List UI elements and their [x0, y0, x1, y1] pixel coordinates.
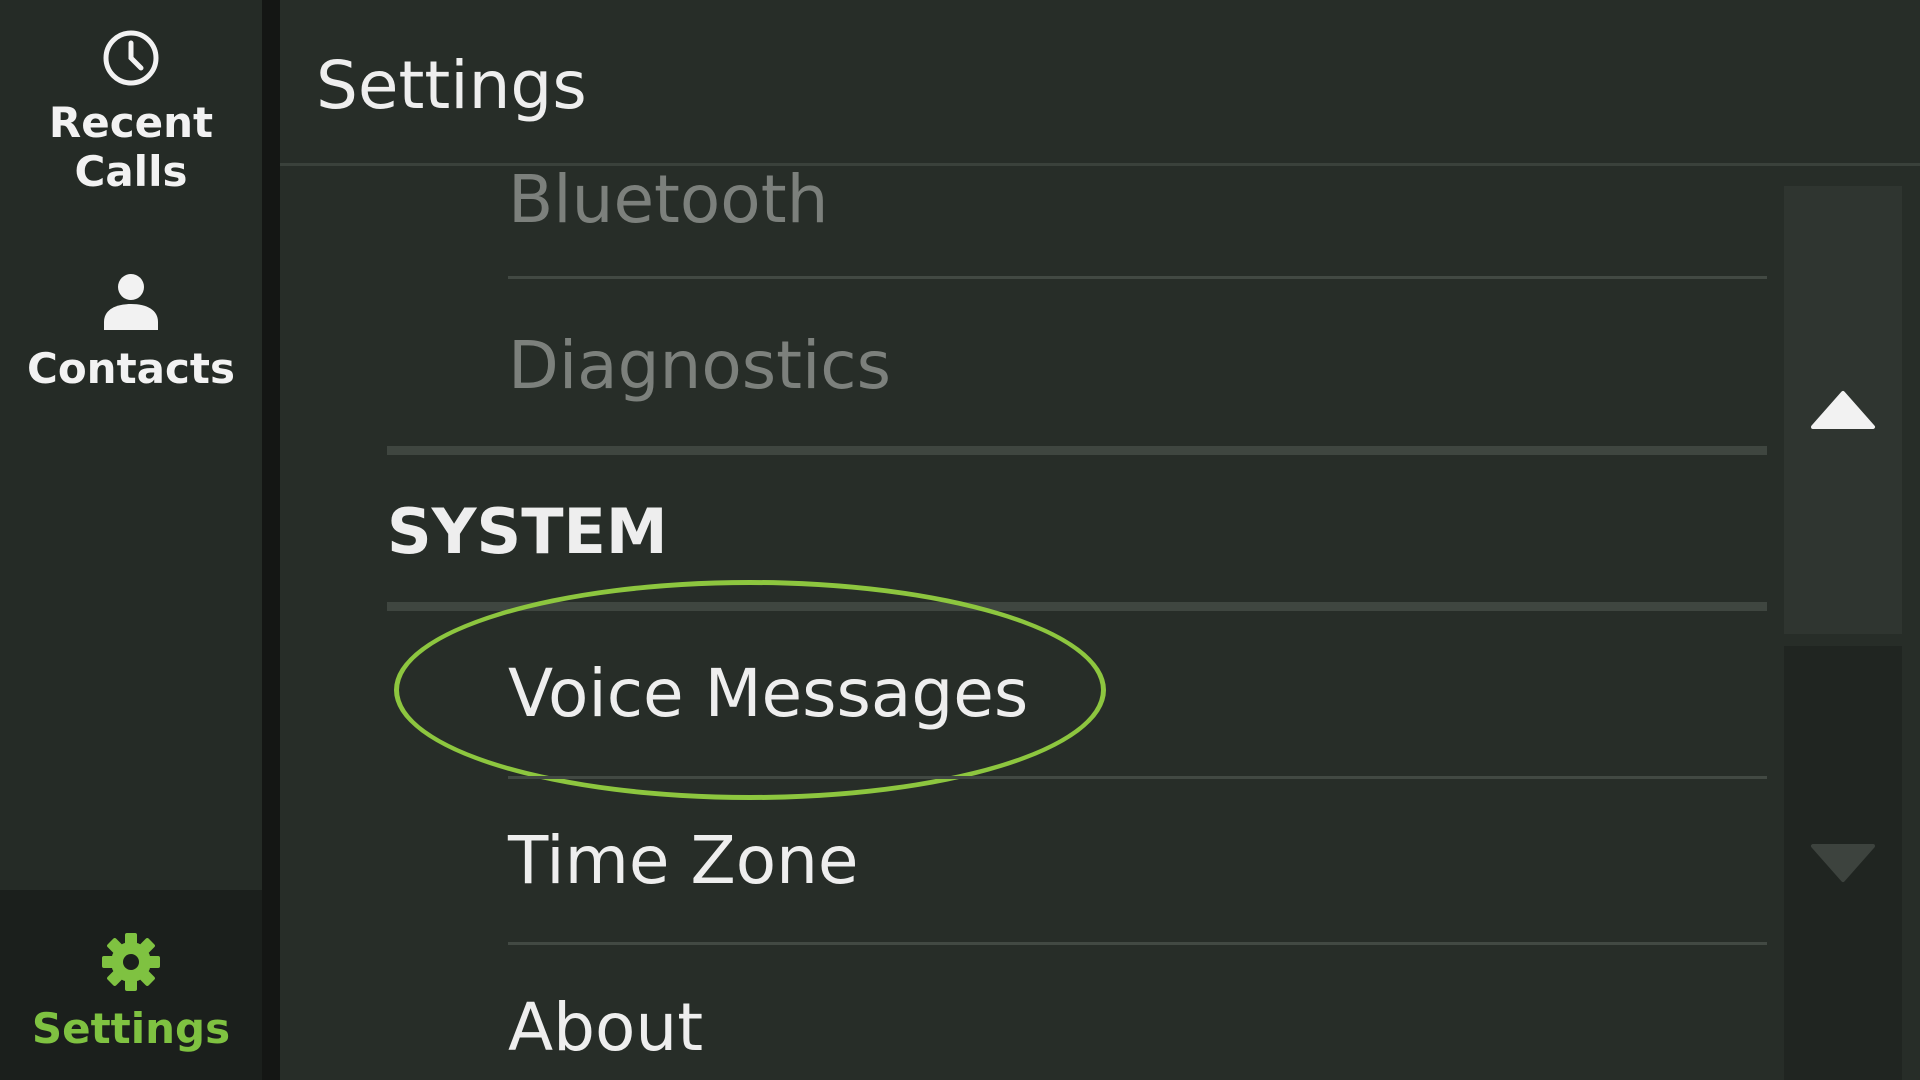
nav-contacts[interactable]: Contacts	[0, 270, 262, 420]
scroll-up-button[interactable]	[1784, 186, 1902, 634]
section-divider	[387, 602, 1767, 611]
scroll-down-button[interactable]	[1784, 646, 1902, 1080]
row-divider	[508, 776, 1767, 779]
row-divider	[508, 276, 1767, 279]
list-item-about[interactable]: About	[508, 988, 1767, 1068]
phone-settings-screen: Recent Calls Contacts Settings Settings …	[0, 0, 1920, 1080]
nav-recent-calls[interactable]: Recent Calls	[0, 28, 262, 218]
section-divider	[387, 446, 1767, 455]
triangle-down-icon	[1811, 844, 1875, 882]
gear-icon	[102, 933, 160, 991]
person-icon	[104, 274, 158, 330]
nav-settings-label: Settings	[31, 1004, 231, 1053]
nav-contacts-label: Contacts	[27, 344, 235, 393]
clock-icon	[103, 30, 159, 86]
row-divider	[508, 942, 1767, 945]
sidebar-nav: Recent Calls Contacts Settings	[0, 0, 262, 1080]
list-item-diagnostics[interactable]: Diagnostics	[508, 326, 1767, 406]
nav-settings[interactable]: Settings	[0, 890, 262, 1080]
list-item-voice-messages[interactable]: Voice Messages	[508, 654, 1767, 734]
list-item-bluetooth[interactable]: Bluetooth	[508, 166, 1767, 240]
settings-panel: Settings Bluetooth Diagnostics SYSTEM Vo…	[280, 0, 1920, 1080]
header: Settings	[280, 0, 1920, 166]
page-title: Settings	[316, 47, 587, 124]
settings-list: Bluetooth Diagnostics SYSTEM Voice Messa…	[280, 166, 1767, 1080]
triangle-up-icon	[1811, 391, 1875, 429]
section-header-system: SYSTEM	[387, 495, 668, 568]
list-item-time-zone[interactable]: Time Zone	[508, 821, 1767, 901]
nav-recent-calls-label: Recent Calls	[48, 98, 214, 196]
